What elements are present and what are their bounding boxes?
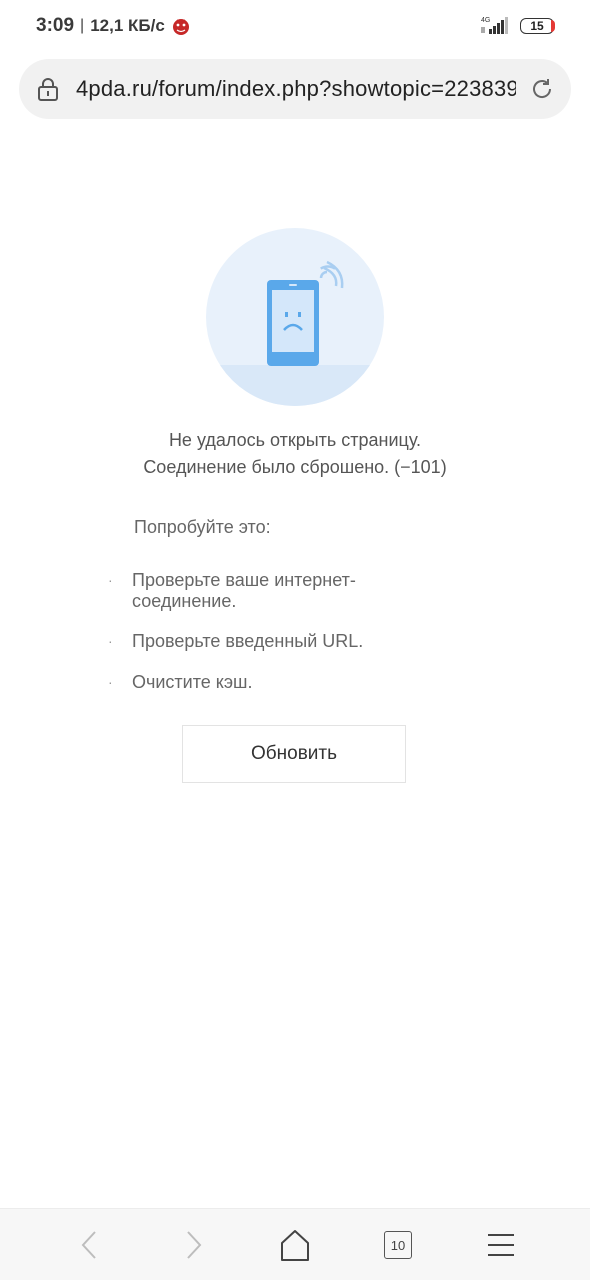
tabs-button[interactable]: 10 xyxy=(380,1227,416,1263)
network-type: 4G xyxy=(481,17,490,24)
bullet: · xyxy=(108,633,113,649)
forward-button[interactable] xyxy=(175,1227,211,1263)
reload-icon[interactable] xyxy=(529,76,555,102)
refresh-button[interactable]: Обновить xyxy=(182,725,406,783)
error-title: Не удалось открыть страницу. xyxy=(168,430,422,450)
status-separator: | xyxy=(80,17,85,34)
antutu-notification-icon xyxy=(172,19,189,35)
try-heading: Попробуйте это: xyxy=(134,517,271,537)
status-bar: 3:09 | 12,1 КБ/с 4G 15 xyxy=(0,0,590,56)
status-time: 3:09 xyxy=(36,15,75,36)
sad-phone-illustration xyxy=(206,228,384,406)
tip-clear-cache: · Очистите кэш. xyxy=(108,672,253,693)
network-speed: 12,1 КБ/с xyxy=(90,16,165,35)
tab-count: 10 xyxy=(384,1231,412,1259)
back-button[interactable] xyxy=(72,1227,108,1263)
home-button[interactable] xyxy=(277,1227,313,1263)
tip-check-url: · Проверьте введенный URL. xyxy=(108,631,363,652)
url-field[interactable]: 4pda.ru/forum/index.php?showtopic=223839 xyxy=(76,76,516,102)
bottom-navigation: 10 xyxy=(0,1208,590,1280)
menu-button[interactable] xyxy=(483,1227,519,1263)
chevron-left-icon xyxy=(81,1231,96,1259)
tip-check-connection: · Проверьте ваше интернет-соединение. xyxy=(108,570,408,612)
chevron-right-icon xyxy=(187,1231,202,1259)
signal-icon: 4G xyxy=(481,17,508,34)
tip-text: Проверьте введенный URL. xyxy=(132,631,364,651)
battery-indicator: 15 xyxy=(520,18,555,34)
menu-icon xyxy=(488,1234,514,1256)
tip-text: Очистите кэш. xyxy=(132,672,253,692)
status-right: 4G 15 xyxy=(480,15,555,37)
address-bar[interactable]: 4pda.ru/forum/index.php?showtopic=223839 xyxy=(19,59,571,119)
error-subtitle: Соединение было сброшено. (−101) xyxy=(143,457,447,477)
browser-screen: 3:09 | 12,1 КБ/с 4G 15 4pda.ru/forum/ind… xyxy=(0,0,590,1280)
home-icon xyxy=(281,1230,309,1261)
tip-text: Проверьте ваше интернет-соединение. xyxy=(132,570,356,611)
bullet: · xyxy=(108,674,113,690)
status-left: 3:09 | 12,1 КБ/с xyxy=(36,15,191,37)
bullet: · xyxy=(108,572,113,588)
lock-icon xyxy=(38,78,58,101)
